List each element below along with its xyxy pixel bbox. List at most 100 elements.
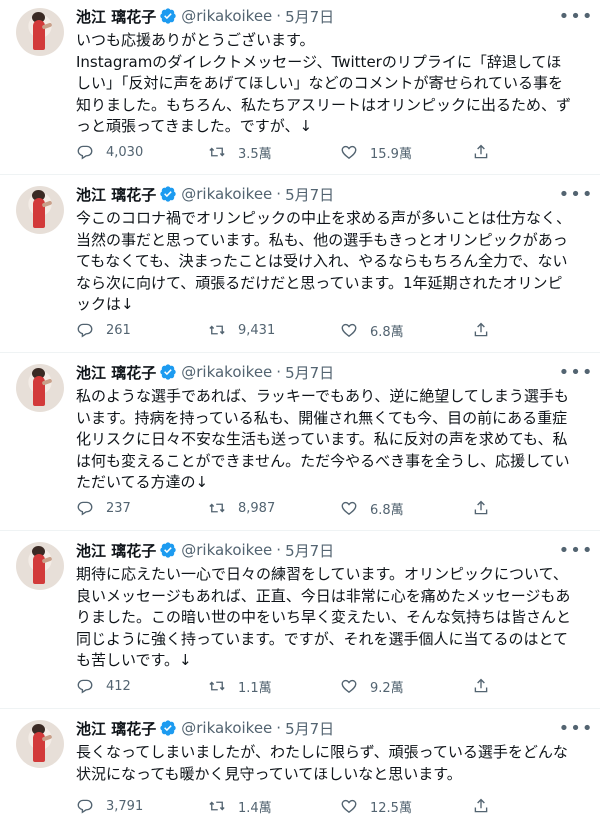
tweet-actions: 261 9,431 6.8萬 (76, 318, 516, 342)
retweet-count: 8,987 (238, 500, 276, 516)
tweet[interactable]: 池江 璃花子 @rikakoikee · 5月7日 ••• いつも応援ありがとう… (0, 4, 600, 174)
author-name[interactable]: 池江 璃花子 (76, 540, 156, 561)
more-icon[interactable]: ••• (559, 538, 593, 562)
share-button[interactable] (472, 496, 512, 520)
reply-count: 261 (106, 322, 131, 338)
avatar[interactable] (16, 8, 64, 56)
author-name[interactable]: 池江 璃花子 (76, 362, 156, 383)
reply-icon (77, 799, 93, 814)
like-count: 12.5萬 (370, 800, 412, 816)
tweet-header: 池江 璃花子 @rikakoikee · 5月7日 (76, 182, 588, 206)
author-name[interactable]: 池江 璃花子 (76, 6, 156, 27)
more-icon[interactable]: ••• (559, 4, 593, 28)
retweet-icon (209, 681, 225, 691)
heart-icon (341, 323, 357, 337)
like-button[interactable]: 15.9萬 (340, 140, 472, 164)
heart-icon (341, 679, 357, 693)
avatar[interactable] (16, 542, 64, 590)
tweet-date[interactable]: 5月7日 (285, 6, 334, 27)
tweet-thread: 池江 璃花子 @rikakoikee · 5月7日 ••• いつも応援ありがとう… (0, 0, 600, 827)
share-icon (474, 322, 488, 337)
tweet-header: 池江 璃花子 @rikakoikee · 5月7日 (76, 538, 588, 562)
like-count: 9.2萬 (370, 680, 404, 696)
avatar[interactable] (16, 364, 64, 412)
reply-button[interactable]: 237 (76, 496, 208, 520)
author-handle[interactable]: @rikakoikee (181, 363, 272, 381)
more-icon[interactable]: ••• (559, 182, 593, 206)
reply-button[interactable]: 261 (76, 318, 208, 342)
like-button[interactable]: 9.2萬 (340, 674, 472, 698)
tweet-text: 期待に応えたい一心で日々の練習をしています。オリンピックについて、良いメッセージ… (76, 565, 572, 669)
verified-badge-icon (160, 364, 176, 380)
author-name[interactable]: 池江 璃花子 (76, 718, 156, 739)
tweet-date[interactable]: 5月7日 (285, 184, 334, 205)
author-name[interactable]: 池江 璃花子 (76, 184, 156, 205)
separator: · (276, 7, 282, 25)
separator: · (276, 719, 282, 737)
heart-icon (341, 501, 357, 515)
reply-button[interactable]: 4,030 (76, 140, 208, 164)
author-handle[interactable]: @rikakoikee (181, 541, 272, 559)
retweet-button[interactable]: 3.5萬 (208, 140, 340, 164)
like-button[interactable]: 12.5萬 (340, 794, 472, 818)
author-handle[interactable]: @rikakoikee (181, 7, 272, 25)
like-button[interactable]: 6.8萬 (340, 496, 472, 520)
share-button[interactable] (472, 140, 512, 164)
tweet-actions: 3,791 1.4萬 12.5萬 (76, 794, 516, 818)
verified-badge-icon (160, 542, 176, 558)
retweet-count: 1.1萬 (238, 680, 272, 696)
tweet-actions: 4,030 3.5萬 15.9萬 (76, 140, 516, 164)
tweet-header: 池江 璃花子 @rikakoikee · 5月7日 (76, 4, 588, 28)
retweet-icon (209, 325, 225, 335)
reply-icon (77, 679, 93, 694)
reply-button[interactable]: 412 (76, 674, 208, 698)
tweet[interactable]: 池江 璃花子 @rikakoikee · 5月7日 ••• 期待に応えたい一心で… (0, 538, 600, 708)
retweet-icon (209, 801, 225, 811)
retweet-button[interactable]: 1.4萬 (208, 794, 340, 818)
share-button[interactable] (472, 794, 512, 818)
avatar[interactable] (16, 186, 64, 234)
like-button[interactable]: 6.8萬 (340, 318, 472, 342)
tweet-date[interactable]: 5月7日 (285, 540, 334, 561)
tweet-text: 今このコロナ禍でオリンピックの中止を求める声が多いことは仕方なく、当然の事だと思… (76, 209, 572, 313)
share-icon (474, 798, 488, 813)
verified-badge-icon (160, 186, 176, 202)
tweet-date[interactable]: 5月7日 (285, 362, 334, 383)
avatar[interactable] (16, 720, 64, 768)
tweet-header: 池江 璃花子 @rikakoikee · 5月7日 (76, 360, 588, 384)
divider (0, 352, 600, 353)
tweet[interactable]: 池江 璃花子 @rikakoikee · 5月7日 ••• 長くなってしまいまし… (0, 716, 600, 827)
tweet-text: 私のような選手であれば、ラッキーでもあり、逆に絶望してしまう選手もいます。持病を… (76, 387, 570, 491)
like-count: 6.8萬 (370, 502, 404, 518)
reply-icon (77, 323, 93, 338)
tweet-date[interactable]: 5月7日 (285, 718, 334, 739)
separator: · (276, 185, 282, 203)
tweet-text: いつも応援ありがとうございます。 Instagramのダイレクトメッセージ、Tw… (76, 31, 572, 135)
retweet-button[interactable]: 9,431 (208, 318, 340, 342)
tweet[interactable]: 池江 璃花子 @rikakoikee · 5月7日 ••• 私のような選手であれ… (0, 360, 600, 530)
more-icon[interactable]: ••• (559, 360, 593, 384)
separator: · (276, 541, 282, 559)
share-button[interactable] (472, 674, 512, 698)
reply-count: 237 (106, 500, 131, 516)
tweet[interactable]: 池江 璃花子 @rikakoikee · 5月7日 ••• 今このコロナ禍でオリ… (0, 182, 600, 352)
like-count: 6.8萬 (370, 324, 404, 340)
retweet-button[interactable]: 1.1萬 (208, 674, 340, 698)
author-handle[interactable]: @rikakoikee (181, 719, 272, 737)
reply-count: 412 (106, 678, 131, 694)
retweet-button[interactable]: 8,987 (208, 496, 340, 520)
share-button[interactable] (472, 318, 512, 342)
share-icon (474, 144, 488, 159)
reply-button[interactable]: 3,791 (76, 794, 208, 818)
separator: · (276, 363, 282, 381)
more-icon[interactable]: ••• (559, 716, 593, 740)
divider (0, 174, 600, 175)
verified-badge-icon (160, 8, 176, 24)
retweet-count: 3.5萬 (238, 146, 272, 162)
tweet-text: 長くなってしまいましたが、わたしに限らず、頑張っている選手をどんな状況になっても… (76, 743, 568, 783)
retweet-count: 9,431 (238, 322, 276, 338)
share-icon (474, 500, 488, 515)
retweet-count: 1.4萬 (238, 800, 272, 816)
author-handle[interactable]: @rikakoikee (181, 185, 272, 203)
reply-icon (77, 501, 93, 516)
